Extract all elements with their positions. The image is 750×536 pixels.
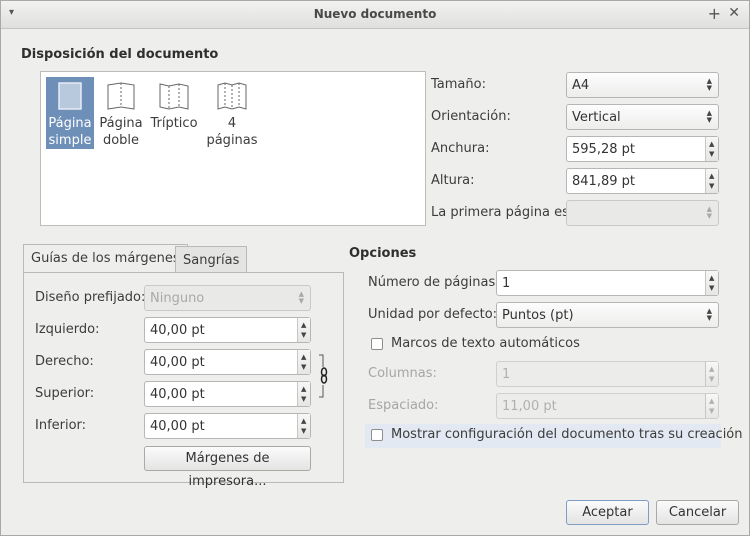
layout-label-line1: Tríptico [150,116,198,131]
preset-select: Ninguno ▲ ▼ [144,285,311,311]
right-margin-spinbox[interactable]: 40,00 pt ▲ ▼ [144,349,311,375]
spin-buttons[interactable]: ▲ ▼ [297,414,310,438]
layout-single-page[interactable]: Página simple [46,77,94,149]
left-margin-spinbox[interactable]: 40,00 pt ▲ ▼ [144,317,311,343]
cancel-button[interactable]: Cancelar [656,500,739,525]
top-margin-value: 40,00 pt [150,387,205,402]
top-margin-spinbox[interactable]: 40,00 pt ▲ ▼ [144,381,311,407]
layout-four-pages[interactable]: 4 páginas [204,77,260,149]
updown-arrows-icon: ▲ ▼ [706,77,712,92]
maximize-icon[interactable]: + [708,4,721,23]
updown-arrows-icon: ▲ ▼ [706,205,712,220]
bottom-margin-label: Inferior: [35,418,87,433]
gap-value: 11,00 pt [502,399,557,414]
columns-label: Columnas: [368,366,437,381]
layout-label-line1: Página [99,116,143,131]
size-label: Tamaño: [431,77,486,92]
spin-buttons[interactable]: ▲ ▼ [297,382,310,406]
auto-frames-checkbox[interactable] [371,338,383,350]
gap-label: Espaciado: [368,398,439,413]
layout-label-line2: simple [48,133,92,148]
show-settings-checkbox[interactable] [371,429,383,441]
bottom-margin-spinbox[interactable]: 40,00 pt ▲ ▼ [144,413,311,439]
four-pages-icon [217,82,247,110]
page-count-spinbox[interactable]: 1 ▲ ▼ [496,270,719,296]
right-margin-value: 40,00 pt [150,355,205,370]
spin-buttons: ▲ ▼ [705,394,718,418]
spin-buttons[interactable]: ▲ ▼ [705,137,718,161]
spin-buttons[interactable]: ▲ ▼ [297,318,310,342]
size-value: A4 [572,78,590,93]
show-settings-label[interactable]: Mostrar configuración del documento tras… [391,427,743,442]
close-icon[interactable]: ✕ [728,5,740,21]
spin-buttons[interactable]: ▲ ▼ [297,350,310,374]
updown-arrows-icon: ▲ ▼ [298,290,304,305]
first-page-label: La primera página es: [431,205,574,220]
triptych-icon [159,83,189,110]
updown-arrows-icon: ▲ ▼ [706,109,712,124]
title-bar: ▾ Nuevo documento + ✕ [1,1,749,29]
layout-triptych[interactable]: Tríptico [149,77,199,149]
gap-spinbox: 11,00 pt ▲ ▼ [496,393,719,419]
default-unit-value: Puntos (pt) [502,308,574,323]
default-unit-select[interactable]: Puntos (pt) ▲ ▼ [496,302,719,328]
default-unit-label: Unidad por defecto: [368,307,498,322]
spin-buttons: ▲ ▼ [705,362,718,386]
preset-value: Ninguno [150,291,205,306]
left-margin-value: 40,00 pt [150,323,205,338]
single-page-icon [58,82,82,110]
orientation-label: Orientación: [431,109,511,124]
layout-list: Página simple Página doble Tríptico 4 pá… [40,71,426,226]
window-title: Nuevo documento [313,7,437,21]
page-count-value: 1 [502,276,511,291]
tab-bleeds[interactable]: Sangrías [175,246,248,272]
link-chain-icon[interactable] [317,353,331,399]
layout-label-line2: doble [102,133,140,148]
right-margin-label: Derecho: [35,354,94,369]
top-margin-label: Superior: [35,386,95,401]
spin-buttons[interactable]: ▲ ▼ [705,169,718,193]
width-label: Anchura: [431,141,490,156]
first-page-select: ▲ ▼ [566,200,719,226]
height-spinbox[interactable]: 841,89 pt ▲ ▼ [566,168,719,194]
orientation-value: Vertical [572,110,621,125]
double-page-icon [107,82,135,110]
width-value: 595,28 pt [572,142,635,157]
size-select[interactable]: A4 ▲ ▼ [566,72,719,98]
preset-label: Diseño prefijado: [35,290,146,305]
bottom-margin-value: 40,00 pt [150,419,205,434]
updown-arrows-icon: ▲ ▼ [706,307,712,322]
ok-button[interactable]: Aceptar [566,500,649,525]
page-count-label: Número de páginas: [368,275,500,290]
width-spinbox[interactable]: 595,28 pt ▲ ▼ [566,136,719,162]
left-margin-label: Izquierdo: [35,322,100,337]
auto-frames-label[interactable]: Marcos de texto automáticos [391,336,580,351]
printer-margins-button[interactable]: Márgenes de impresora... [144,446,311,489]
orientation-select[interactable]: Vertical ▲ ▼ [566,104,719,130]
layout-label-line1: 4 [227,116,237,131]
new-document-dialog: ▾ Nuevo documento + ✕ Disposición del do… [0,0,750,536]
options-heading: Opciones [349,246,417,261]
layout-double-page[interactable]: Página doble [97,77,145,149]
layout-heading: Disposición del documento [21,47,219,62]
columns-value: 1 [502,367,511,382]
height-label: Altura: [431,173,475,188]
layout-label-line2: páginas [206,133,258,148]
tab-margin-guides[interactable]: Guías de los márgenes [23,244,188,273]
spin-buttons[interactable]: ▲ ▼ [705,271,718,295]
height-value: 841,89 pt [572,174,635,189]
columns-spinbox: 1 ▲ ▼ [496,361,719,387]
layout-label-line1: Página [48,116,92,131]
